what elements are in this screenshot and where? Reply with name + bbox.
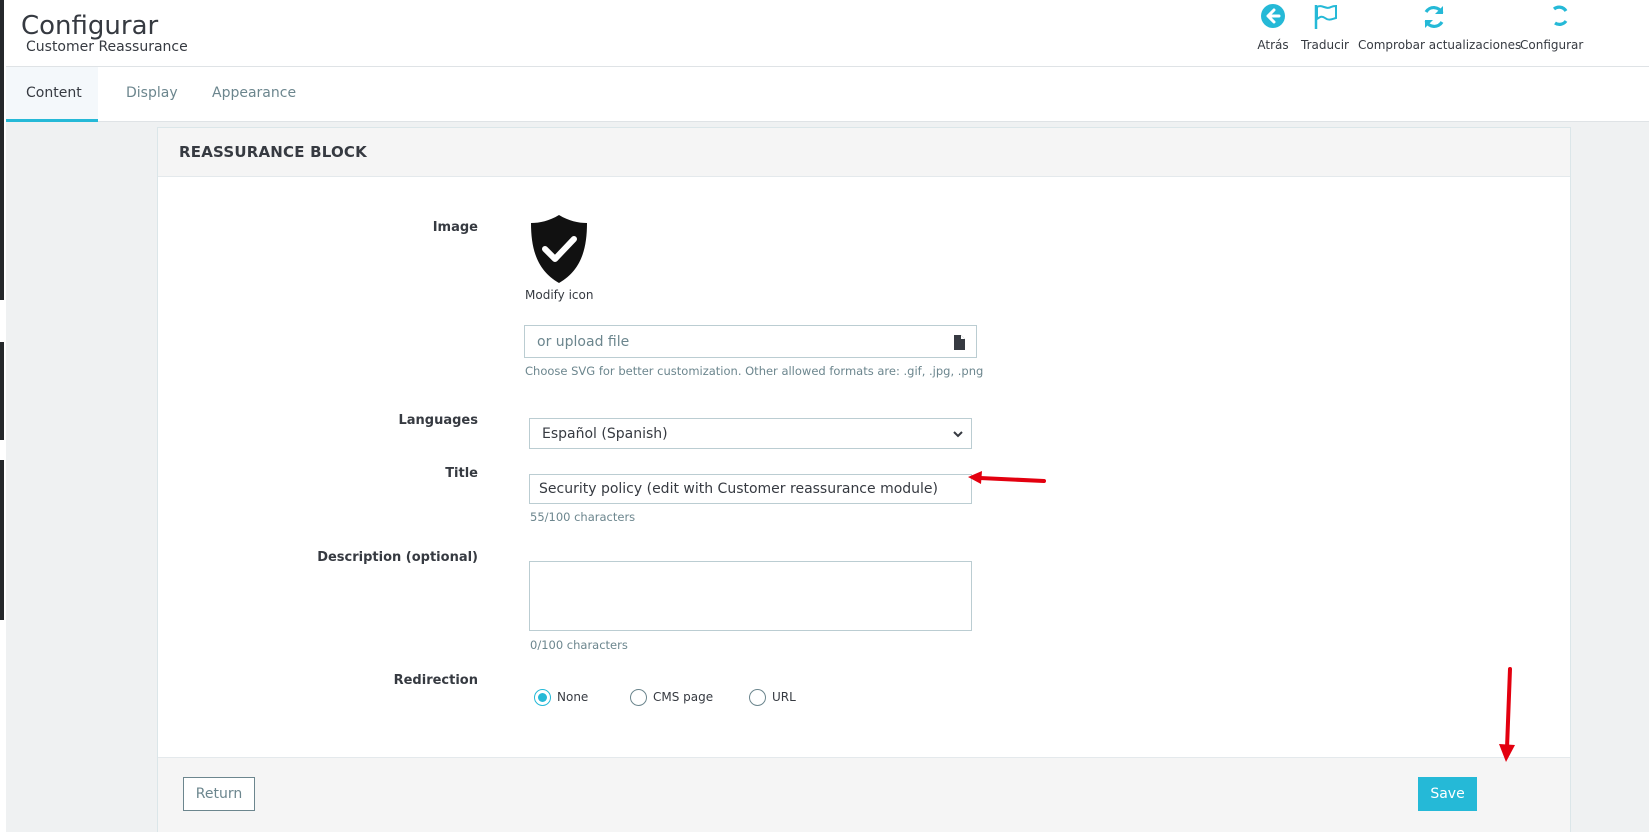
back-circle-icon [1261,4,1285,28]
page-header: Configurar Customer Reassurance Atrás Tr… [6,0,1649,67]
reassurance-block-panel: REASSURANCE BLOCK Image Modify icon or u… [157,127,1571,832]
languages-label: Languages [398,413,478,428]
toolbar-translate-button[interactable]: Traducir [1298,0,1352,60]
panel-title: REASSURANCE BLOCK [179,143,367,161]
upload-placeholder: or upload file [537,334,630,350]
modify-icon-link[interactable]: Modify icon [525,288,593,302]
upload-hint: Choose SVG for better customization. Oth… [525,364,984,378]
panel-footer: Return Save [158,757,1570,832]
refresh-icon [1424,6,1444,28]
file-icon [954,335,965,350]
title-counter: 55/100 characters [530,510,636,524]
chevron-down-icon [953,431,963,438]
title-label: Title [445,466,478,481]
title-input[interactable]: Security policy (edit with Customer reas… [529,474,972,504]
sidebar-edge [0,0,6,832]
tab-bar: Content Display Appearance [6,67,1649,122]
description-label: Description (optional) [317,550,478,565]
description-counter: 0/100 characters [530,638,628,652]
return-button[interactable]: Return [183,777,255,811]
upload-file-input[interactable]: or upload file [524,325,977,358]
tab-content[interactable]: Content [6,67,98,122]
toolbar-check-updates-button[interactable]: Comprobar actualizaciones [1358,0,1522,60]
page-title: Configurar [21,11,159,41]
title-input-value: Security policy (edit with Customer reas… [539,481,938,497]
image-label: Image [432,220,478,235]
save-button[interactable]: Save [1418,777,1477,811]
redirection-url-label: URL [772,690,796,704]
redirection-cms-page-label: CMS page [653,690,714,704]
description-textarea[interactable] [529,561,972,631]
languages-select[interactable]: Español (Spanish) [529,418,972,449]
toolbar-back-button[interactable]: Atrás [1251,0,1295,60]
languages-selected-value: Español (Spanish) [542,426,668,442]
page-subtitle: Customer Reassurance [26,39,188,55]
tab-display[interactable]: Display [106,67,198,122]
toolbar-configure-label: Configurar [1520,38,1584,52]
toolbar-translate-label: Traducir [1301,38,1349,52]
redirection-label: Redirection [393,673,478,688]
configure-icon [1552,5,1568,26]
tab-appearance[interactable]: Appearance [192,67,316,122]
toolbar-configure-button[interactable]: Configurar [1514,0,1594,60]
panel-header: REASSURANCE BLOCK [158,128,1570,177]
toolbar-check-updates-label: Comprobar actualizaciones [1358,38,1522,52]
shield-check-icon [531,215,587,283]
redirection-none-label: None [557,690,589,704]
flag-icon [1314,4,1337,29]
toolbar-back-label: Atrás [1257,38,1289,52]
